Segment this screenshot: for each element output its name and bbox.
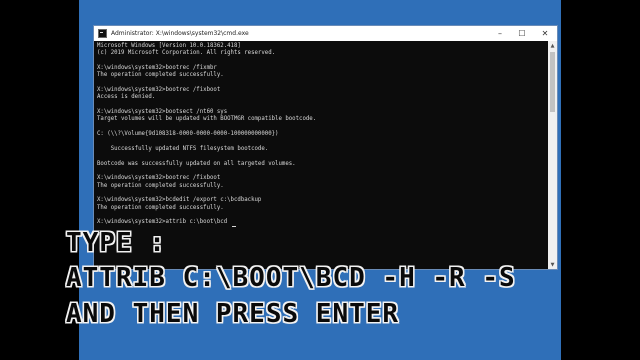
- caption-line-3: AND THEN PRESS ENTER: [66, 299, 400, 329]
- console-line: Microsoft Windows [Version 10.0.18362.41…: [97, 43, 241, 49]
- console-line: Access is denied.: [97, 94, 156, 101]
- console-line: (c) 2019 Microsoft Corporation. All righ…: [97, 50, 276, 57]
- console-line: Successfully updated NTFS filesystem boo…: [97, 145, 269, 152]
- console-line: The operation completed successfully.: [97, 204, 224, 211]
- console-line: Bootcode was successfully updated on all…: [97, 160, 296, 167]
- console-line: C: (\\?\Volume{9d108318-0000-0000-0000-1…: [97, 131, 279, 138]
- vertical-scrollbar[interactable]: ▲ ▼: [548, 41, 557, 269]
- caption-line-1: TYPE :: [66, 228, 166, 258]
- console-line: The operation completed successfully.: [97, 182, 224, 189]
- console-line: X:\windows\system32>bootrec /fixboot: [97, 175, 221, 182]
- scroll-up-icon[interactable]: ▲: [548, 41, 557, 50]
- window-title: Administrator: X:\windows\system32\cmd.e…: [111, 30, 249, 37]
- maximize-button[interactable]: ☐: [511, 26, 533, 41]
- minimize-button[interactable]: –: [489, 26, 511, 41]
- title-bar[interactable]: Administrator: X:\windows\system32\cmd.e…: [94, 26, 557, 41]
- cmd-icon: [98, 29, 107, 38]
- console-line: X:\windows\system32>bcdedit /export c:\b…: [97, 197, 262, 204]
- window-controls: – ☐ ✕: [489, 26, 557, 41]
- instruction-caption: TYPE : ATTRIB C:\BOOT\BCD -H -R -S AND T…: [66, 226, 516, 332]
- console-line: X:\windows\system32>bootrec /fixboot: [97, 87, 221, 94]
- console-line: Target volumes will be updated with BOOT…: [97, 116, 317, 123]
- scroll-down-icon[interactable]: ▼: [548, 260, 557, 269]
- scroll-thumb[interactable]: [550, 52, 555, 112]
- close-button[interactable]: ✕: [533, 26, 557, 41]
- console-line: The operation completed successfully.: [97, 72, 224, 79]
- console-line: X:\windows\system32>bootsect /nt60 sys: [97, 109, 228, 116]
- console-line: X:\windows\system32>bootrec /fixmbr: [97, 65, 217, 72]
- caption-line-2: ATTRIB C:\BOOT\BCD -H -R -S: [66, 263, 516, 293]
